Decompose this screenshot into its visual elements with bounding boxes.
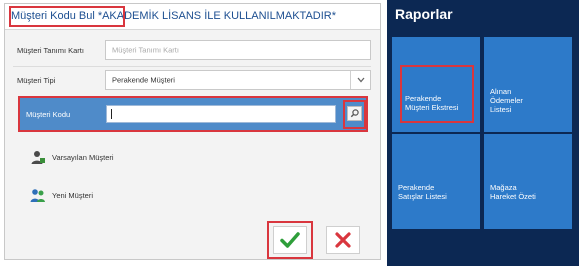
tile-label-line: Listesi bbox=[490, 105, 512, 114]
tile-label: Perakende Satışlar Listesi bbox=[398, 183, 447, 201]
tipi-label: Müşteri Tipi bbox=[17, 76, 56, 85]
divider bbox=[13, 66, 371, 67]
close-icon bbox=[335, 232, 351, 248]
text-caret bbox=[111, 109, 112, 119]
kodu-input[interactable] bbox=[106, 105, 336, 123]
existing-customer-action[interactable]: Varsayılan Müşteri bbox=[30, 149, 114, 165]
tanim-label: Müşteri Tanımı Kartı bbox=[17, 46, 84, 55]
confirm-button[interactable] bbox=[273, 226, 307, 254]
musteri-kodu-bul-dialog: Müşteri Kodu Bul *AKADEMİK LİSANS İLE KU… bbox=[4, 3, 381, 260]
tile-magaza-hareket-ozeti[interactable]: Mağaza Hareket Özeti bbox=[484, 134, 572, 229]
dialog-titlebar: Müşteri Kodu Bul *AKADEMİK LİSANS İLE KU… bbox=[5, 4, 380, 30]
tipi-value: Perakende Müşteri bbox=[112, 75, 175, 85]
tile-alinan-odemeler-listesi[interactable]: Alınan Ödemeler Listesi bbox=[484, 37, 572, 132]
title-highlight-box bbox=[9, 6, 125, 27]
tile-label-line: Satışlar Listesi bbox=[398, 192, 447, 201]
raporlar-panel: Raporlar Perakende Müşteri Ekstresi Alın… bbox=[387, 0, 579, 266]
search-button[interactable] bbox=[347, 106, 362, 121]
new-customer-label: Yeni Müşteri bbox=[52, 190, 93, 200]
tile-label-line: Hareket Özeti bbox=[490, 192, 536, 201]
dropdown-button[interactable] bbox=[350, 71, 370, 89]
kodu-label: Müşteri Kodu bbox=[26, 110, 71, 119]
kodu-row: Müşteri Kodu bbox=[18, 96, 368, 132]
check-icon bbox=[280, 232, 300, 248]
tile-label-line: Mağaza bbox=[490, 183, 517, 192]
tanim-placeholder: Müşteri Tanımı Kartı bbox=[112, 45, 179, 55]
existing-customer-label: Varsayılan Müşteri bbox=[52, 152, 114, 162]
tile-label-line: Perakende bbox=[405, 94, 442, 103]
tipi-select[interactable]: Perakende Müşteri bbox=[105, 70, 371, 90]
tile-label: Perakende Müşteri Ekstresi bbox=[405, 94, 458, 112]
existing-customer-icon bbox=[31, 151, 45, 164]
dropdown-chevron-icon bbox=[357, 77, 364, 83]
tile-perakende-musteri-ekstresi[interactable]: Perakende Müşteri Ekstresi bbox=[392, 37, 480, 132]
new-customer-action[interactable]: Yeni Müşteri bbox=[30, 187, 93, 203]
screen: Müşteri Kodu Bul *AKADEMİK LİSANS İLE KU… bbox=[0, 0, 579, 266]
tile-label-line: Ödemeler bbox=[490, 96, 523, 105]
cancel-button[interactable] bbox=[326, 226, 360, 254]
tanim-field[interactable]: Müşteri Tanımı Kartı bbox=[105, 40, 371, 60]
tile-perakende-satislar-listesi[interactable]: Perakende Satışlar Listesi bbox=[392, 134, 480, 229]
tile-label: Mağaza Hareket Özeti bbox=[490, 183, 536, 201]
new-customer-icon bbox=[30, 189, 45, 202]
tile-label-line: Alınan bbox=[490, 87, 512, 96]
tile-label: Alınan Ödemeler Listesi bbox=[490, 87, 523, 114]
tile-label-line: Perakende bbox=[398, 183, 435, 192]
panel-title: Raporlar bbox=[395, 6, 453, 22]
tile-label-line: Müşteri Ekstresi bbox=[405, 103, 459, 112]
search-icon bbox=[350, 109, 359, 118]
